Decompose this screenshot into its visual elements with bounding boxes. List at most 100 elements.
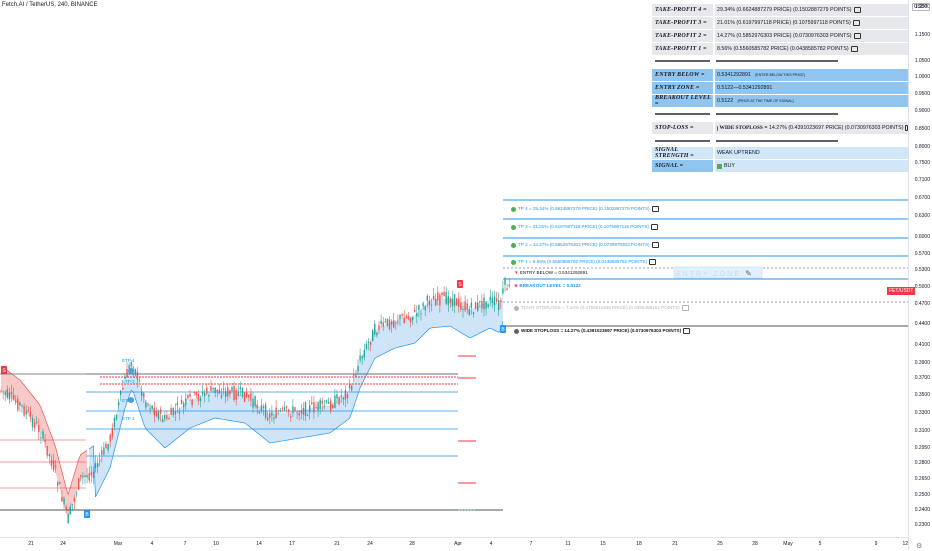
currency-label[interactable]: USDT (912, 3, 930, 11)
candle-body (71, 504, 74, 506)
candle-body (405, 316, 407, 318)
candle-body (4, 392, 6, 396)
candle-body (15, 400, 17, 403)
candle-body (304, 402, 307, 416)
candle-body (243, 392, 246, 402)
comment-icon (850, 46, 858, 52)
price-tick: 0.3900 (914, 360, 930, 366)
time-axis[interactable]: 21 24 Mar 4 7 10 14 17 21 24 28 Apr 4 7 11 15 18 21 25 28 Ma… (0, 537, 908, 551)
signal-strength-label: SIGNAL STRENGTH = (652, 147, 713, 159)
green-dot-icon (511, 242, 516, 248)
tp1-level-label: TP 1 = 8.56% (0.5560585782 PRICE) (0.043… (511, 259, 657, 265)
symbol-legend[interactable]: Fetch.AI / TetherUS, 240, BINANCE (2, 2, 98, 8)
tight-stoploss-label: TIGHT STOPLOSS = 7.14% (0.4756511848 PRI… (514, 305, 689, 311)
candle-body (36, 422, 38, 423)
candle-body (38, 425, 40, 433)
comment-icon (649, 259, 657, 265)
candle-body (344, 390, 347, 400)
tp1-row: TAKE-PROFIT 1 = 8.56% (0.5560585782 PRIC… (652, 43, 908, 55)
price-tick: 0.2400 (914, 507, 930, 513)
candle-body (273, 417, 275, 420)
candle-body (222, 388, 225, 390)
candle-body (90, 472, 92, 476)
candle-body (340, 395, 342, 397)
tp2-label: TAKE-PROFIT 2 = (652, 30, 713, 42)
green-dot-icon (511, 224, 516, 230)
tp2-value: 14.27% (0.5852976303 PRICE) (0.073097630… (715, 30, 908, 42)
candle-body (12, 394, 15, 400)
candle-body (122, 388, 124, 390)
candle-body (210, 386, 212, 391)
candle-body (441, 292, 443, 295)
candle-body (491, 297, 494, 304)
candle-body (359, 355, 361, 361)
candle-body (424, 306, 426, 311)
candle-body (212, 387, 214, 390)
candle-body (443, 291, 445, 297)
tp4-value: 29.34% (0.6624887279 PRICE) (0.150288727… (715, 4, 908, 16)
candle-body (426, 295, 428, 301)
price-axis[interactable]: 1.2500 1.1500 1.0500 1.0000 0.9500 0.9000 0.85… (908, 0, 932, 550)
candle-body (300, 410, 302, 414)
candle-body (21, 405, 23, 407)
candle-body (214, 387, 216, 394)
candle-body (430, 304, 433, 306)
candle-body (201, 391, 204, 395)
candle-body (27, 410, 29, 412)
candle-body (0, 390, 2, 392)
time-tick: 28 (752, 541, 758, 547)
candle-body (109, 434, 111, 442)
candle-body (96, 463, 99, 467)
candle-body (365, 343, 368, 349)
candle-body (355, 375, 357, 377)
candle-body (143, 393, 145, 398)
candle-body (197, 394, 200, 402)
price-tick: 0.6000 (914, 234, 930, 240)
candle-body (447, 296, 449, 305)
candle-body (334, 395, 336, 408)
candle-body (218, 389, 221, 394)
price-tick: 0.7100 (914, 177, 930, 183)
candle-body (241, 387, 244, 397)
candle-body (153, 407, 155, 416)
price-tick: 0.4700 (914, 301, 930, 307)
candle-body (275, 407, 277, 419)
candle-body (474, 302, 477, 309)
candle-body (208, 395, 210, 397)
candle-body (174, 410, 176, 415)
candle-body (460, 302, 462, 310)
candle-body (466, 303, 468, 310)
candle-body (17, 398, 19, 411)
candle-body (248, 394, 250, 398)
candle-body (380, 320, 382, 324)
candle-body (493, 296, 496, 306)
gear-icon[interactable]: ⚙ (916, 542, 922, 550)
candle-body (67, 514, 69, 524)
tp3-value: 21.01% (0.6197997118 PRICE) (0.107599711… (715, 17, 908, 29)
separator (716, 140, 838, 142)
candle-body (508, 284, 510, 287)
candle-body (332, 405, 334, 409)
candle-body (157, 411, 160, 419)
candle-body (495, 298, 498, 302)
candle-body (84, 475, 86, 478)
entry-below-label: ENTRY BELOW = (652, 69, 713, 81)
candle-body (313, 402, 315, 413)
candle-body (46, 445, 48, 456)
price-tick: 0.6300 (914, 213, 930, 219)
time-tick: 15 (600, 541, 606, 547)
candle-body (183, 403, 185, 407)
tp4-level-label: TP 4 = 29.34% (0.6624887279 PRICE) (0.15… (511, 206, 659, 212)
candle-body (367, 341, 370, 343)
time-tick: 11 (565, 541, 571, 547)
candle-body (178, 411, 181, 414)
candle-body (29, 411, 32, 417)
candle-body (384, 321, 386, 322)
signal-value: BUY (715, 160, 908, 172)
stoploss-row: STOP-LOSS = WIDE STOPLOSS = 14.27% (0.43… (652, 122, 908, 134)
candle-body (399, 314, 401, 320)
candle-body (227, 387, 229, 397)
candle-body (285, 406, 288, 408)
tp3-label: TAKE-PROFIT 3 = (652, 17, 713, 29)
candle-body (149, 408, 151, 410)
